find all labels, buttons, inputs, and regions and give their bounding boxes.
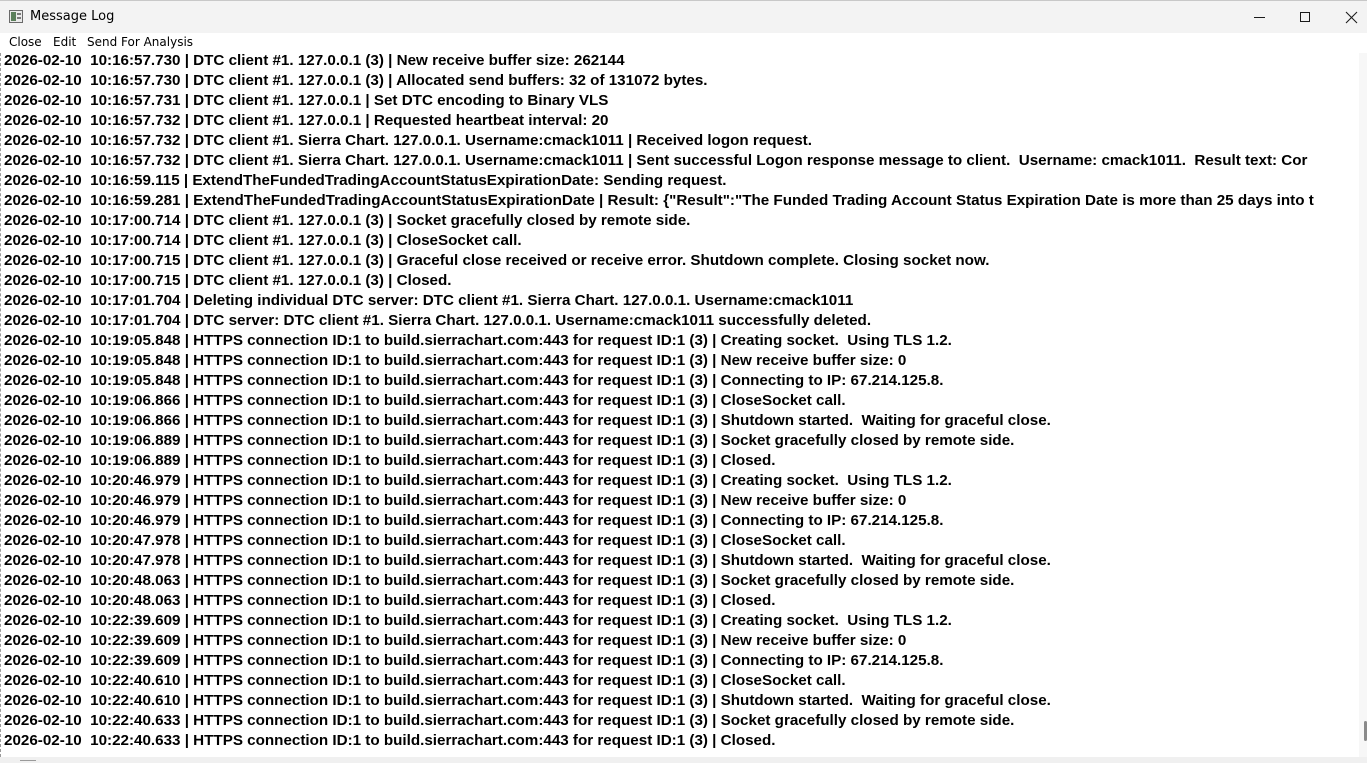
log-line: 2026-02-10 10:20:48.063 | HTTPS connecti… — [4, 592, 776, 609]
menu-close[interactable]: Close — [9, 35, 42, 49]
window-title: Message Log — [30, 9, 115, 24]
log-line: 2026-02-10 10:22:39.609 | HTTPS connecti… — [4, 632, 907, 649]
log-line: 2026-02-10 10:22:40.633 | HTTPS connecti… — [4, 712, 1015, 729]
log-line: 2026-02-10 10:16:57.732 | DTC client #1.… — [4, 112, 609, 129]
log-line: 2026-02-10 10:17:01.704 | Deleting indiv… — [4, 292, 854, 309]
title-bar[interactable]: Message Log — [0, 0, 1367, 33]
minimize-icon — [1254, 17, 1265, 18]
horizontal-scroll-thumb[interactable] — [20, 760, 36, 761]
log-line: 2026-02-10 10:20:46.979 | HTTPS connecti… — [4, 472, 952, 489]
log-line: 2026-02-10 10:19:06.866 | HTTPS connecti… — [4, 392, 846, 409]
message-log-window: Message Log Close Edit Send For Analysis… — [0, 0, 1367, 763]
menu-edit[interactable]: Edit — [53, 35, 76, 49]
close-window-button[interactable] — [1329, 1, 1367, 33]
menu-bar: Close Edit Send For Analysis — [0, 33, 1367, 53]
message-log-app-icon — [9, 10, 23, 23]
close-icon — [1345, 11, 1358, 24]
log-line: 2026-02-10 10:22:39.609 | HTTPS connecti… — [4, 652, 944, 669]
log-line: 2026-02-10 10:20:46.979 | HTTPS connecti… — [4, 512, 944, 529]
log-line: 2026-02-10 10:19:06.866 | HTTPS connecti… — [4, 412, 1051, 429]
maximize-icon — [1300, 12, 1310, 22]
log-line: 2026-02-10 10:17:00.715 | DTC client #1.… — [4, 252, 990, 269]
log-line: 2026-02-10 10:17:00.714 | DTC client #1.… — [4, 212, 691, 229]
log-line: 2026-02-10 10:17:00.714 | DTC client #1.… — [4, 232, 522, 249]
maximize-button[interactable] — [1283, 1, 1329, 33]
log-line: 2026-02-10 10:16:57.732 | DTC client #1.… — [4, 132, 812, 149]
log-line: 2026-02-10 10:22:40.633 | HTTPS connecti… — [4, 732, 776, 749]
log-line: 2026-02-10 10:16:57.731 | DTC client #1.… — [4, 92, 609, 109]
log-line: 2026-02-10 10:16:57.732 | DTC client #1.… — [4, 152, 1308, 169]
log-line: 2026-02-10 10:22:39.609 | HTTPS connecti… — [4, 612, 952, 629]
log-line: 2026-02-10 10:20:47.978 | HTTPS connecti… — [4, 532, 846, 549]
log-line: 2026-02-10 10:20:48.063 | HTTPS connecti… — [4, 572, 1015, 589]
log-line: 2026-02-10 10:22:40.610 | HTTPS connecti… — [4, 672, 846, 689]
message-log-text-area[interactable]: 2026-02-10 10:16:57.730 | DTC client #1.… — [0, 53, 1359, 757]
log-line: 2026-02-10 10:19:05.848 | HTTPS connecti… — [4, 332, 952, 349]
vertical-scrollbar[interactable] — [1359, 53, 1367, 757]
log-line: 2026-02-10 10:20:47.978 | HTTPS connecti… — [4, 552, 1051, 569]
log-line: 2026-02-10 10:16:59.115 | ExtendTheFunde… — [4, 172, 727, 189]
minimize-button[interactable] — [1237, 1, 1283, 33]
log-line: 2026-02-10 10:19:05.848 | HTTPS connecti… — [4, 372, 944, 389]
log-line: 2026-02-10 10:19:06.889 | HTTPS connecti… — [4, 432, 1015, 449]
log-line: 2026-02-10 10:20:46.979 | HTTPS connecti… — [4, 492, 907, 509]
log-line: 2026-02-10 10:16:59.281 | ExtendTheFunde… — [4, 192, 1314, 209]
menu-send-for-analysis[interactable]: Send For Analysis — [87, 35, 193, 49]
log-line: 2026-02-10 10:16:57.730 | DTC client #1.… — [4, 53, 625, 69]
log-line: 2026-02-10 10:19:05.848 | HTTPS connecti… — [4, 352, 907, 369]
horizontal-scrollbar[interactable] — [0, 757, 1367, 763]
log-line: 2026-02-10 10:17:01.704 | DTC server: DT… — [4, 312, 872, 329]
log-line: 2026-02-10 10:22:40.610 | HTTPS connecti… — [4, 692, 1051, 709]
log-line: 2026-02-10 10:17:00.715 | DTC client #1.… — [4, 272, 452, 289]
log-line: 2026-02-10 10:16:57.730 | DTC client #1.… — [4, 72, 708, 89]
log-line: 2026-02-10 10:19:06.889 | HTTPS connecti… — [4, 452, 776, 469]
